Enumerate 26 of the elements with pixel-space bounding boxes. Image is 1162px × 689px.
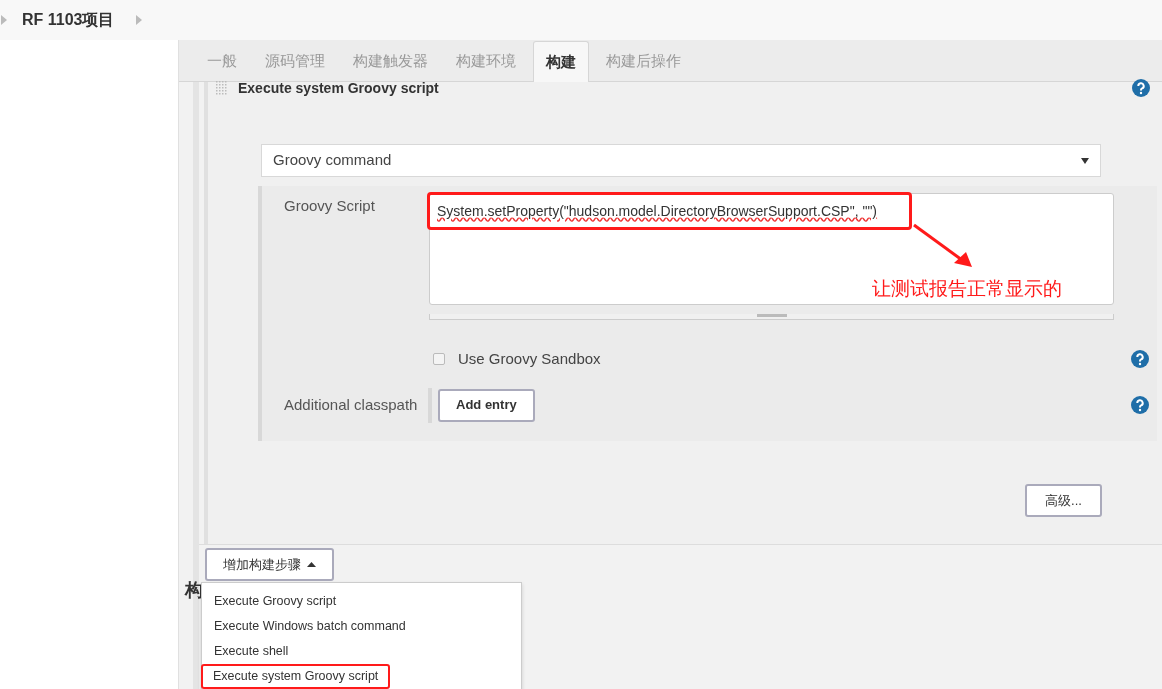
menu-item[interactable]: Execute Groovy script bbox=[214, 592, 337, 611]
field-label: Groovy Script bbox=[283, 196, 376, 216]
caret-right-icon bbox=[1, 15, 7, 25]
sandbox-checkbox[interactable] bbox=[433, 353, 445, 366]
menu-item[interactable]: Execute Windows batch command bbox=[214, 617, 406, 636]
tab[interactable]: 构建 bbox=[533, 41, 589, 82]
annotation-text: 让测试报告正常显示的 bbox=[872, 277, 1062, 301]
menu-item[interactable]: Execute system Groovy script bbox=[201, 664, 391, 689]
help-icon[interactable] bbox=[1132, 79, 1150, 97]
caret-up-icon bbox=[307, 562, 316, 567]
drag-handle-icon[interactable] bbox=[216, 81, 228, 95]
menu-item[interactable]: Execute shell bbox=[214, 642, 289, 661]
command-select[interactable]: Groovy command bbox=[261, 144, 1101, 177]
project-link[interactable]: RF 1103项目 bbox=[22, 8, 115, 32]
help-icon[interactable] bbox=[1131, 350, 1149, 369]
add-entry-button[interactable]: Add entry bbox=[438, 388, 535, 422]
help-icon[interactable] bbox=[1131, 396, 1149, 414]
step-title: Execute system Groovy script bbox=[238, 78, 439, 98]
advanced-button[interactable]: 高级... bbox=[1025, 484, 1102, 517]
resize-bar[interactable] bbox=[429, 314, 1114, 320]
checkbox-label: Use Groovy Sandbox bbox=[458, 349, 601, 369]
dropdown-arrow-icon bbox=[1081, 157, 1089, 164]
field-label: Additional classpath bbox=[283, 394, 419, 415]
annotation-arrow bbox=[912, 223, 974, 269]
add-step-button[interactable]: 增加构建步骤 bbox=[205, 548, 334, 581]
caret-right-icon[interactable] bbox=[136, 15, 143, 25]
